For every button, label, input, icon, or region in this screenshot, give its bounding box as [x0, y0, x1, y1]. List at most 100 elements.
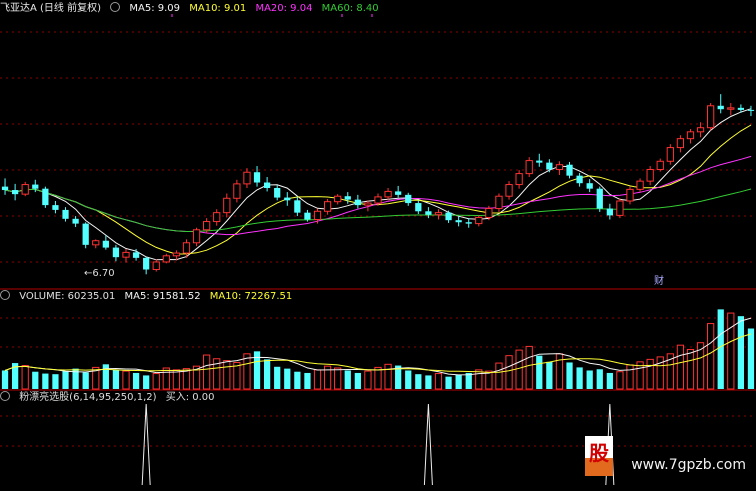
volume-bar-up	[172, 369, 181, 390]
candle-body-up	[21, 184, 29, 195]
candle-body-up	[646, 168, 654, 182]
candle-body-up	[172, 252, 181, 257]
candle-body-down	[1, 186, 9, 191]
volume-bar-up	[334, 367, 342, 390]
candle-body-down	[344, 196, 351, 200]
candle-body-down	[566, 164, 573, 176]
volume-bar-down	[344, 370, 351, 389]
volume-bar-up	[515, 349, 523, 390]
candle-body-down	[143, 257, 150, 270]
volume-bar-up	[707, 323, 715, 390]
volume-bar-down	[455, 374, 462, 389]
volume-bar-down	[415, 374, 422, 389]
settings-circle-icon[interactable]	[0, 290, 10, 300]
candle-body-down	[465, 222, 472, 224]
stock-chart: 飞亚达A (日线 前复权) MA5: 9.09 MA10: 9.01 MA20:…	[0, 0, 756, 487]
candle-body-down	[11, 190, 19, 195]
candle-body-up	[616, 200, 624, 216]
volume-bar-up	[162, 367, 170, 390]
candle-body-up	[505, 184, 513, 197]
volume-bar-up	[686, 348, 695, 390]
volume-bar-down	[62, 371, 69, 389]
volume-bar-up	[616, 371, 624, 390]
finance-tag[interactable]: 财	[654, 276, 664, 288]
volume-bar-up	[555, 353, 564, 390]
candle-body-up	[656, 160, 664, 170]
candle-body-up	[192, 229, 201, 244]
candle-body-up	[727, 107, 735, 110]
volume-bar-down	[536, 355, 543, 389]
volume-bar-up	[122, 370, 130, 390]
candle-body-down	[112, 247, 120, 258]
volume-bar-down	[445, 376, 452, 389]
volume-bar-down	[1, 370, 9, 389]
volume-bar-down	[465, 372, 472, 389]
volume-bar-up	[313, 369, 322, 390]
volume-ma5-label: MA5: 91581.52	[124, 291, 201, 302]
candle-body-up	[243, 171, 251, 185]
candle-body-up	[555, 164, 564, 170]
candle-body-up	[334, 195, 342, 203]
settings-circle-icon[interactable]	[0, 391, 10, 401]
candle-body-down	[82, 223, 89, 245]
chart-canvas	[0, 14, 756, 486]
candle-body-up	[152, 261, 160, 271]
candle-body-down	[546, 162, 553, 170]
candle-body-up	[213, 212, 221, 223]
candle-body-down	[284, 197, 291, 201]
candle-body-up	[122, 251, 130, 258]
candle-body-down	[294, 200, 301, 213]
volume-bar-down	[405, 370, 412, 389]
candle-body-down	[263, 182, 271, 188]
candle-body-up	[313, 210, 322, 220]
candle-body-up	[475, 216, 483, 225]
volume-bar-up	[676, 344, 685, 390]
ma5-label: MA5: 9.09	[129, 3, 181, 14]
candle-body-down	[747, 109, 755, 111]
volume-bar-down	[354, 372, 361, 389]
candle-body-up	[626, 188, 634, 202]
watermark-site: www.7gpzb.com	[631, 457, 746, 473]
volume-bar-down	[294, 371, 301, 389]
volume-bar-down	[42, 373, 49, 389]
volume-bar-down	[576, 367, 583, 389]
candle-body-down	[606, 208, 613, 216]
candle-body-up	[525, 160, 533, 175]
volume-bar-down	[566, 362, 573, 389]
volume-bar-down	[717, 309, 724, 389]
candle-body-down	[62, 209, 69, 219]
volume-ma10-label: MA10: 72267.51	[209, 291, 293, 302]
settings-circle-icon[interactable]	[110, 2, 121, 12]
volume-bar-down	[425, 375, 432, 389]
candle-body-up	[162, 255, 170, 263]
volume-bar-up	[727, 312, 735, 390]
candle-body-down	[253, 172, 261, 183]
volume-bar-up	[364, 370, 372, 390]
indicator-legend: 粉漂亮选股(6,14,95,250,1,2) 买入: 0.00	[0, 391, 221, 404]
candle-body-down	[304, 212, 311, 220]
watermark-logo: 股	[585, 436, 613, 476]
candle-body-up	[434, 212, 443, 216]
candle-body-down	[445, 212, 452, 221]
volume-bar-down	[284, 368, 291, 389]
volume-bar-up	[434, 373, 443, 390]
indicator-signal-spike	[423, 403, 433, 486]
candle-body-down	[405, 194, 412, 204]
volume-bar-up	[646, 358, 654, 390]
volume-bar-down	[132, 372, 140, 389]
candle-body-up	[323, 201, 332, 212]
candle-body-down	[425, 211, 432, 215]
volume-bar-up	[223, 360, 231, 390]
volume-bar-up	[626, 364, 634, 390]
candle-body-up	[636, 180, 644, 190]
candle-body-up	[223, 197, 231, 214]
volume-bar-down	[304, 372, 311, 389]
ma20-label: MA20: 9.04	[255, 3, 313, 14]
volume-bar-down	[546, 361, 553, 389]
indicator-signal-spike	[141, 403, 151, 486]
candle-body-down	[395, 191, 402, 195]
candle-body-up	[182, 242, 191, 254]
candle-body-down	[72, 218, 79, 224]
candle-body-down	[32, 184, 39, 189]
ma60-label: MA60: 8.40	[321, 3, 379, 14]
